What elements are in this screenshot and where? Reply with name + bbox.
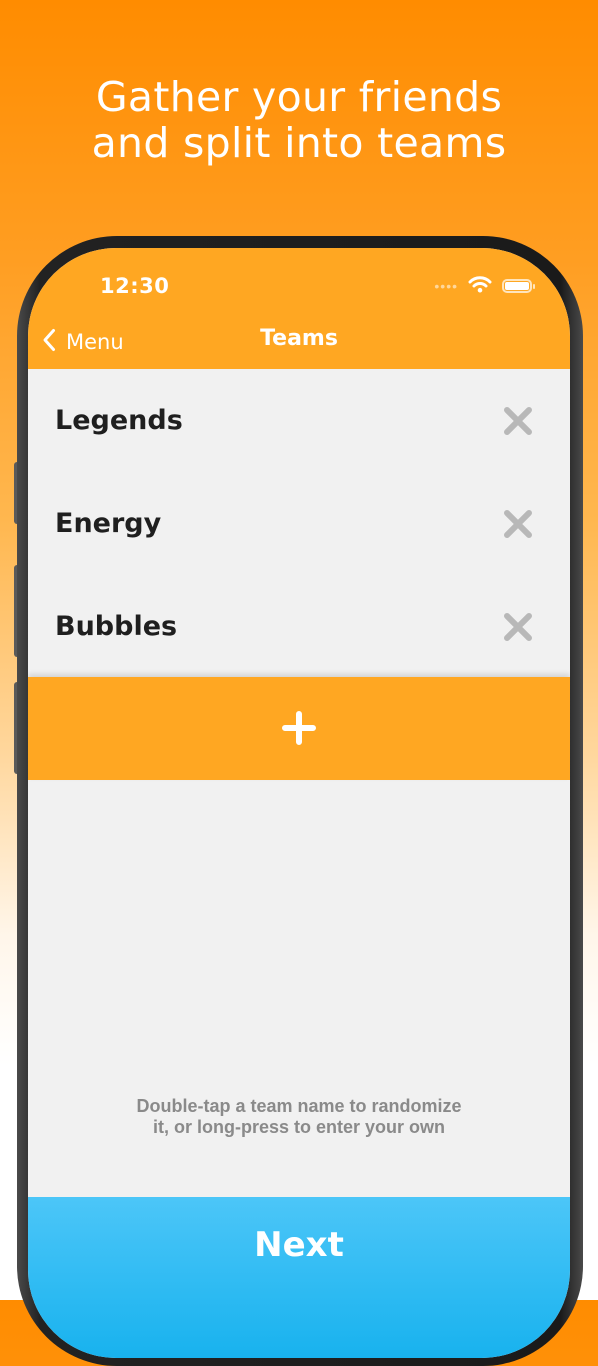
team-row[interactable]: Legends (28, 369, 570, 472)
wifi-icon (468, 275, 492, 298)
close-icon (504, 406, 532, 435)
phone-screen: 12:30 •••• Menu Teams Legends Energy Bub… (28, 248, 570, 1358)
team-name[interactable]: Bubbles (55, 611, 177, 642)
next-button[interactable]: Next (28, 1197, 570, 1358)
headline-line-1: Gather your friends (95, 73, 503, 121)
next-button-label: Next (254, 1225, 344, 1265)
headline-line-2: and split into teams (91, 119, 507, 167)
plus-icon (282, 711, 316, 745)
team-list: Legends Energy Bubbles (28, 369, 570, 677)
battery-icon (502, 279, 535, 293)
remove-team-button[interactable] (502, 508, 534, 540)
status-time: 12:30 (100, 274, 170, 298)
team-name[interactable]: Energy (55, 508, 161, 539)
team-row[interactable]: Energy (28, 472, 570, 575)
remove-team-button[interactable] (502, 405, 534, 437)
add-team-button[interactable] (28, 677, 570, 780)
hint-line-1: Double-tap a team name to randomize (136, 1096, 462, 1116)
team-row[interactable]: Bubbles (28, 575, 570, 678)
close-icon (504, 509, 532, 538)
status-icons: •••• (434, 275, 535, 298)
top-bar: 12:30 •••• Menu Teams (28, 248, 570, 369)
cellular-dots-icon: •••• (434, 278, 458, 294)
hint-text: Double-tap a team name to randomize it, … (28, 1096, 570, 1138)
close-icon (504, 612, 532, 641)
promo-headline: Gather your friends and split into teams (0, 74, 598, 166)
page-title: Teams (260, 326, 338, 351)
remove-team-button[interactable] (502, 611, 534, 643)
team-name[interactable]: Legends (55, 405, 183, 436)
hint-line-2: it, or long-press to enter your own (152, 1117, 446, 1137)
